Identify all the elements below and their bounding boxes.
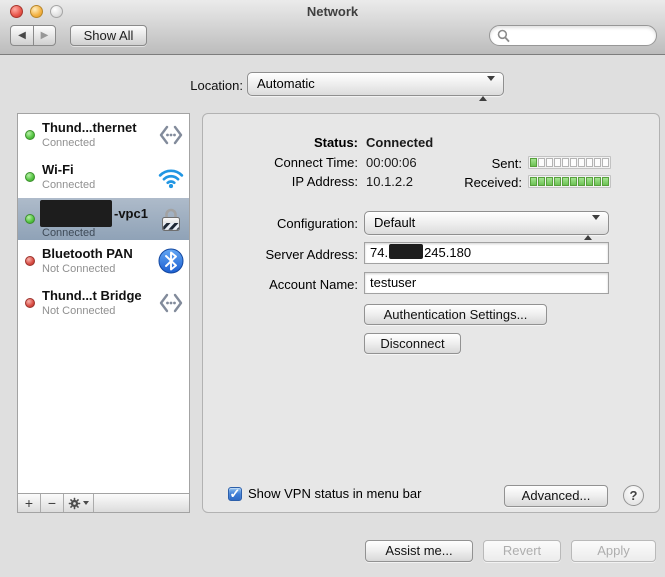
remove-service-button[interactable]: − xyxy=(41,494,64,512)
sent-label: Sent: xyxy=(392,156,522,171)
received-label: Received: xyxy=(392,175,522,190)
service-status: Connected xyxy=(42,227,95,239)
forward-button[interactable]: ▶ xyxy=(33,25,56,46)
action-gear-button[interactable] xyxy=(64,494,94,512)
sent-activity-bars xyxy=(528,156,611,169)
server-address-suffix: 245.180 xyxy=(424,245,471,260)
status-dot-green-icon xyxy=(25,214,35,224)
back-button[interactable]: ◀ xyxy=(10,25,33,46)
connection-detail-panel: Status: Connected Connect Time: 00:00:06… xyxy=(202,113,660,513)
service-row-wifi[interactable]: Wi-Fi Connected xyxy=(18,156,189,198)
service-status: Connected xyxy=(42,179,95,191)
service-name: -vpc1 xyxy=(114,206,148,221)
location-label: Location: xyxy=(0,78,243,93)
configuration-label: Configuration: xyxy=(203,216,358,231)
status-label: Status: xyxy=(203,135,358,150)
location-popup[interactable]: Automatic xyxy=(247,72,504,96)
search-icon xyxy=(497,29,510,43)
apply-button: Apply xyxy=(571,540,656,562)
list-action-bar: + − xyxy=(18,493,189,512)
bluetooth-icon xyxy=(158,248,184,274)
help-button[interactable]: ? xyxy=(623,485,644,506)
add-service-button[interactable]: + xyxy=(18,494,41,512)
search-input[interactable] xyxy=(489,25,657,46)
service-status: Not Connected xyxy=(42,263,133,275)
service-row-thunderbolt-ethernet[interactable]: Thund...thernet Connected xyxy=(18,114,189,156)
connect-time-label: Connect Time: xyxy=(203,155,358,170)
gear-icon xyxy=(68,497,81,510)
status-dot-green-icon xyxy=(25,130,35,140)
location-value: Automatic xyxy=(257,76,315,91)
disconnect-button[interactable]: Disconnect xyxy=(364,333,461,354)
service-row-thunderbolt-bridge[interactable]: Thund...t Bridge Not Connected xyxy=(18,282,189,324)
account-name-label: Account Name: xyxy=(203,277,358,292)
vpn-menubar-checkbox[interactable]: ✓ Show VPN status in menu bar xyxy=(228,486,421,501)
service-row-bluetooth-pan[interactable]: Bluetooth PAN Not Connected xyxy=(18,240,189,282)
server-address-field[interactable]: 74. 245.180 xyxy=(364,242,609,264)
title-bar: Network ◀ ▶ Show All xyxy=(0,0,665,55)
network-preferences-window: Network ◀ ▶ Show All Location: Automatic… xyxy=(0,0,665,577)
service-name: Wi-Fi xyxy=(42,162,74,177)
popup-arrows-icon xyxy=(584,217,600,239)
server-address-label: Server Address: xyxy=(203,247,358,262)
ethernet-icon xyxy=(158,122,184,148)
show-all-button[interactable]: Show All xyxy=(70,25,147,46)
redaction-box xyxy=(40,200,112,227)
status-dot-red-icon xyxy=(25,256,35,266)
ethernet-icon xyxy=(158,290,184,316)
service-name: Bluetooth PAN xyxy=(42,246,133,261)
nav-buttons: ◀ ▶ xyxy=(10,25,56,46)
wifi-icon xyxy=(158,164,184,190)
advanced-button[interactable]: Advanced... xyxy=(504,485,608,507)
popup-arrows-icon xyxy=(479,78,495,100)
account-name-field[interactable]: testuser xyxy=(364,272,609,294)
configuration-popup[interactable]: Default xyxy=(364,211,609,235)
status-dot-red-icon xyxy=(25,298,35,308)
gear-caret-icon xyxy=(83,501,89,505)
service-name: Thund...t Bridge xyxy=(42,288,142,303)
configuration-value: Default xyxy=(374,215,415,230)
status-value: Connected xyxy=(366,135,433,150)
redaction-box xyxy=(389,244,423,259)
window-title: Network xyxy=(0,4,665,19)
service-row-vpn[interactable]: -vpc1 Connected xyxy=(18,198,189,240)
account-name-value: testuser xyxy=(370,275,416,290)
services-list: Thund...thernet Connected Wi-Fi Connecte… xyxy=(17,113,190,513)
service-status: Not Connected xyxy=(42,305,142,317)
checkbox-icon: ✓ xyxy=(228,487,242,501)
status-dot-green-icon xyxy=(25,172,35,182)
received-activity-bars xyxy=(528,175,611,188)
ip-address-label: IP Address: xyxy=(203,174,358,189)
service-status: Connected xyxy=(42,137,137,149)
assist-me-button[interactable]: Assist me... xyxy=(365,540,473,562)
authentication-settings-button[interactable]: Authentication Settings... xyxy=(364,304,547,325)
service-name: Thund...thernet xyxy=(42,120,137,135)
revert-button: Revert xyxy=(483,540,561,562)
vpn-lock-icon xyxy=(158,206,184,232)
server-address-prefix: 74. xyxy=(370,245,388,260)
checkbox-label: Show VPN status in menu bar xyxy=(248,486,421,501)
